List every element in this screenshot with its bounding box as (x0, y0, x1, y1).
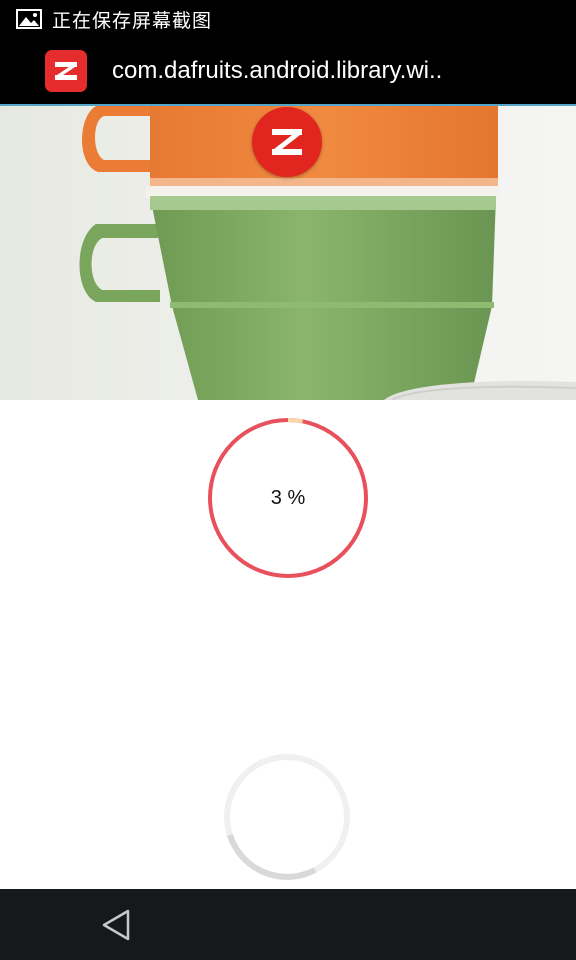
navigation-bar (0, 889, 576, 960)
overlay-logo-icon (252, 107, 322, 177)
loading-spinner-icon (224, 754, 350, 880)
status-bar: 正在保存屏幕截图 (0, 0, 576, 39)
app-logo-icon (45, 50, 87, 92)
image-icon (16, 9, 42, 29)
progress-percentage: 3 % (270, 486, 306, 509)
action-bar: com.dafruits.android.library.wi.. (0, 38, 576, 106)
status-text: 正在保存屏幕截图 (52, 9, 213, 32)
back-triangle-icon[interactable] (98, 905, 138, 945)
app-title: com.dafruits.android.library.wi.. (112, 57, 443, 84)
